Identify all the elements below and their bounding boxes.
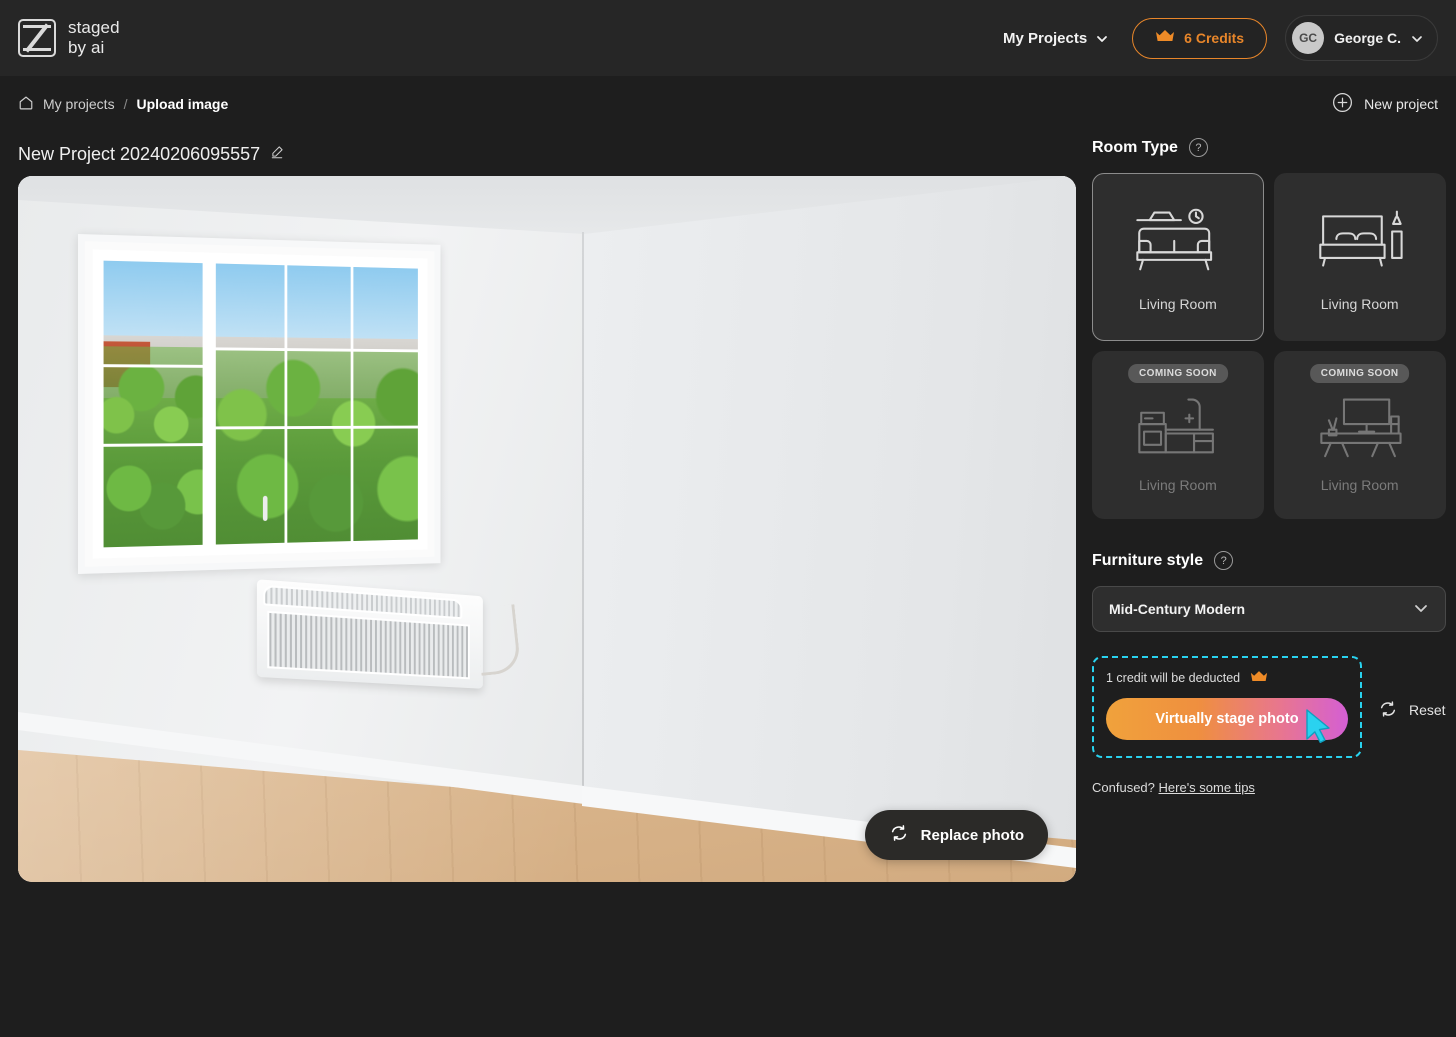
tips-row: Confused? Here's some tips [1092,780,1446,795]
page-title: New Project 20240206095557 [18,144,260,165]
replace-photo-button[interactable]: Replace photo [865,810,1048,860]
room-type-label: Living Room [1139,296,1217,312]
my-projects-label: My Projects [1003,30,1087,47]
credit-note: 1 credit will be deducted [1106,670,1348,686]
furniture-style-value: Mid-Century Modern [1109,601,1245,617]
window-graphic [78,234,440,574]
main-content: New Project 20240206095557 Replace photo… [0,132,1456,882]
tips-prefix: Confused? [1092,780,1155,795]
credits-label: 6 Credits [1184,30,1244,46]
question-icon[interactable]: ? [1214,551,1233,570]
room-type-grid: Living Room Living Room COMING SOON Livi… [1092,173,1446,519]
user-menu[interactable]: GC George C. [1285,15,1438,61]
user-name: George C. [1334,30,1401,46]
bed-icon [1308,203,1412,282]
room-photo[interactable]: Replace photo [18,176,1076,882]
replace-photo-label: Replace photo [921,827,1024,844]
breadcrumb-current: Upload image [136,96,228,112]
home-icon[interactable] [18,95,34,114]
credit-note-label: 1 credit will be deducted [1106,671,1240,685]
furniture-style-select[interactable]: Mid-Century Modern [1092,586,1446,632]
question-icon[interactable]: ? [1189,138,1208,157]
room-image [18,176,1076,882]
breadcrumb-separator: / [124,96,128,112]
chevron-down-icon [1413,600,1429,619]
refresh-icon [1378,699,1398,722]
new-project-button[interactable]: New project [1332,92,1438,116]
photo-column: New Project 20240206095557 Replace photo [18,132,1076,882]
cta-row: 1 credit will be deducted Virtually stag… [1092,632,1446,758]
kitchen-icon [1126,392,1230,463]
coming-soon-badge: COMING SOON [1128,364,1228,383]
room-type-card-living-room-bed[interactable]: Living Room [1274,173,1446,341]
pencil-icon[interactable] [270,145,284,164]
app-header: staged by ai My Projects 6 Credits GC Ge… [0,0,1456,76]
room-type-label: Living Room [1321,477,1399,493]
avatar: GC [1292,22,1324,54]
reset-button[interactable]: Reset [1378,699,1446,722]
crown-icon [1155,29,1175,48]
furniture-style-heading: Furniture style [1092,552,1203,570]
logo-text: staged by ai [68,18,120,58]
project-title-row: New Project 20240206095557 [18,132,1076,176]
room-type-card-living-room-sofa[interactable]: Living Room [1092,173,1264,341]
stage-button-label: Virtually stage photo [1155,711,1298,727]
air-conditioner-graphic [257,579,483,689]
sofa-icon [1126,203,1230,282]
room-type-heading: Room Type [1092,139,1178,157]
coming-soon-badge: COMING SOON [1310,364,1410,383]
refresh-icon [889,823,909,847]
breadcrumb-my-projects[interactable]: My projects [43,96,115,112]
room-type-card-kitchen-coming-soon: COMING SOON Living Room [1092,351,1264,519]
app-logo[interactable]: staged by ai [18,18,120,58]
breadcrumb-bar: My projects / Upload image New project [0,76,1456,132]
breadcrumb: My projects / Upload image [18,95,228,114]
settings-panel: Room Type ? Living Room Living Room COMI… [1092,132,1446,882]
room-type-label: Living Room [1139,477,1217,493]
chevron-down-icon [1096,32,1108,44]
new-project-label: New project [1364,96,1438,112]
tips-link[interactable]: Here's some tips [1159,780,1255,795]
staged-by-ai-logo-icon [18,19,56,57]
room-type-card-desk-coming-soon: COMING SOON Living Room [1274,351,1446,519]
logo-line-1: staged [68,18,120,38]
reset-label: Reset [1409,702,1446,718]
crown-icon [1250,670,1268,686]
room-type-heading-row: Room Type ? [1092,138,1446,157]
furniture-style-heading-row: Furniture style ? [1092,551,1446,570]
stage-cta-highlight: 1 credit will be deducted Virtually stag… [1092,656,1362,758]
virtually-stage-photo-button[interactable]: Virtually stage photo [1106,698,1348,740]
plus-circle-icon [1332,92,1353,116]
chevron-down-icon [1411,32,1423,44]
credits-button[interactable]: 6 Credits [1132,18,1267,59]
header-actions: My Projects 6 Credits GC George C. [997,15,1438,61]
logo-line-2: by ai [68,38,120,58]
my-projects-menu[interactable]: My Projects [997,24,1114,53]
desk-tv-icon [1308,392,1412,463]
room-type-label: Living Room [1321,296,1399,312]
